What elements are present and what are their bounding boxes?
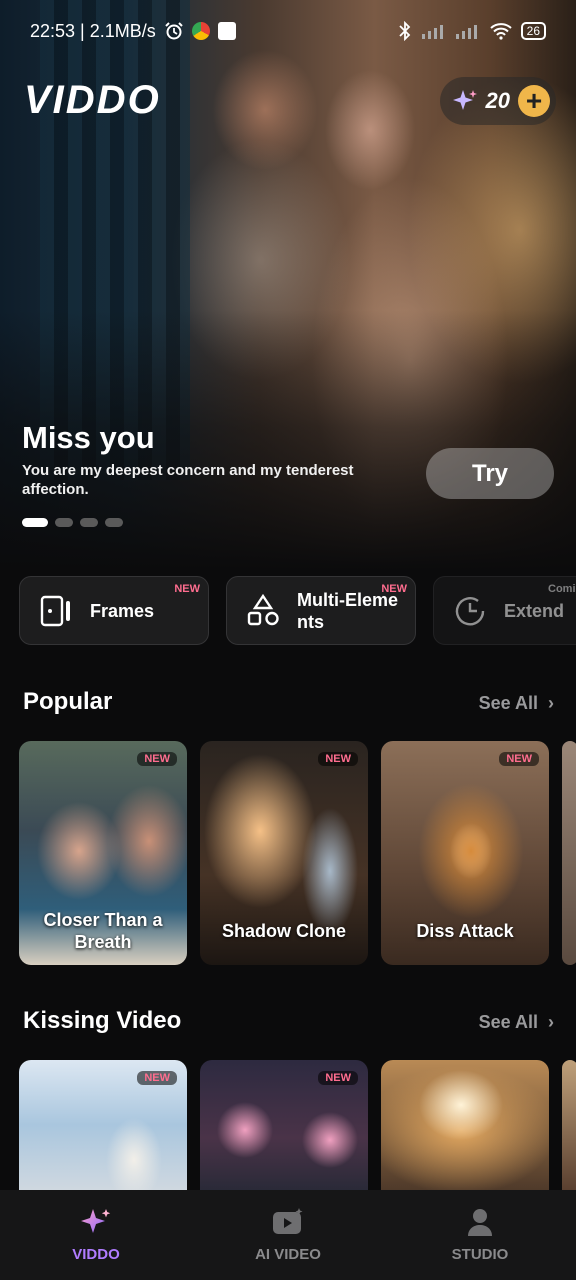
popular-see-all[interactable]: See All › <box>479 693 554 714</box>
kissing-see-all[interactable]: See All › <box>479 1012 554 1033</box>
sparkle-icon <box>81 1209 111 1233</box>
nav-label: AI VIDEO <box>255 1246 321 1263</box>
hero-background-curtain <box>40 0 190 480</box>
wifi-icon <box>489 23 512 40</box>
see-all-label: See All <box>478 693 538 713</box>
coming-badge: Comi <box>548 583 576 595</box>
status-time: 22:53 | 2.1MB/s <box>30 20 156 41</box>
caption-line: Breath <box>74 932 132 952</box>
new-badge: NEW <box>137 752 177 766</box>
nav-ai-video[interactable]: AI VIDEO <box>192 1190 384 1280</box>
kissing-list: NEW NEW <box>19 1060 576 1190</box>
feature-chips: Frames NEW Multi-Eleme nts NEW Extend Com… <box>19 576 576 645</box>
carousel-dot[interactable] <box>105 518 123 527</box>
card-caption: Closer Than a Breath <box>19 909 187 953</box>
new-badge: NEW <box>174 583 200 595</box>
status-bar: 22:53 | 2.1MB/s 26 <box>0 0 576 62</box>
carousel-dot[interactable] <box>80 518 98 527</box>
multi-elements-label: Multi-Eleme nts <box>297 589 398 633</box>
template-card[interactable]: NEW Closer Than a Breath <box>19 741 187 965</box>
template-card-peek[interactable] <box>562 741 576 965</box>
popular-title: Popular <box>23 688 113 715</box>
popular-list: NEW Closer Than a Breath NEW Shadow Clone… <box>19 741 576 965</box>
frames-label: Frames <box>90 600 155 621</box>
new-badge: NEW <box>381 583 407 595</box>
template-card[interactable]: NEW <box>19 1060 187 1190</box>
carousel-dot[interactable] <box>22 518 48 527</box>
frames-icon <box>40 595 70 626</box>
plus-icon: + <box>525 85 543 116</box>
nav-label: STUDIO <box>451 1246 509 1263</box>
hero-title: Miss you <box>22 420 155 455</box>
caption-line: Closer Than a <box>43 910 163 930</box>
nav-studio[interactable]: STUDIO <box>384 1190 576 1280</box>
status-right: 26 <box>397 21 546 41</box>
chevron-right-icon: › <box>543 693 554 713</box>
carousel-dot[interactable] <box>55 518 73 527</box>
frames-chip[interactable]: Frames NEW <box>19 576 209 645</box>
credits-pill[interactable]: 20 + <box>439 77 556 125</box>
new-badge: NEW <box>318 1071 358 1085</box>
status-left: 22:53 | 2.1MB/s <box>30 21 236 42</box>
credits-count: 20 <box>485 88 510 113</box>
hero-subtitle: You are my deepest concern and my tender… <box>22 462 354 498</box>
nav-viddo[interactable]: VIDDO <box>0 1190 192 1280</box>
clock-icon <box>455 596 485 625</box>
alarm-icon <box>165 22 183 40</box>
extend-label: Extend <box>504 600 565 621</box>
extend-chip[interactable]: Extend Comi <box>433 576 576 645</box>
chevron-right-icon: › <box>543 1012 554 1032</box>
app-logo: VIDDO <box>24 78 161 122</box>
new-badge: NEW <box>137 1071 177 1085</box>
multi-elements-line2: nts <box>297 611 324 632</box>
carousel-indicator[interactable] <box>22 518 123 527</box>
try-button[interactable]: Try <box>426 448 554 499</box>
nav-label: VIDDO <box>72 1246 120 1263</box>
user-icon <box>468 1209 492 1236</box>
new-badge: NEW <box>318 752 358 766</box>
battery-indicator: 26 <box>520 22 546 40</box>
new-badge: NEW <box>499 752 539 766</box>
sparkle-credit-icon <box>452 90 477 110</box>
card-caption: Shadow Clone <box>221 921 346 941</box>
bottom-navigation: VIDDO AI VIDEO STUDIO <box>0 1190 576 1280</box>
kissing-title: Kissing Video <box>23 1007 182 1034</box>
shapes-icon <box>247 593 279 625</box>
signal-icon <box>421 25 443 39</box>
multi-elements-chip[interactable]: Multi-Eleme nts NEW <box>226 576 416 645</box>
template-card-peek[interactable] <box>562 1060 576 1190</box>
add-credits-button[interactable]: + <box>518 85 550 117</box>
template-card[interactable] <box>381 1060 549 1190</box>
card-caption: Diss Attack <box>416 921 514 941</box>
template-card[interactable]: NEW Diss Attack <box>381 741 549 965</box>
signal-icon-2 <box>455 25 477 39</box>
chrome-icon <box>191 22 210 40</box>
bluetooth-icon <box>399 21 410 41</box>
video-icon <box>273 1208 303 1234</box>
template-card[interactable]: NEW Shadow Clone <box>200 741 368 965</box>
template-card[interactable]: NEW <box>200 1060 368 1190</box>
see-all-label: See All <box>478 1012 538 1032</box>
app-notification-icon <box>217 22 236 40</box>
